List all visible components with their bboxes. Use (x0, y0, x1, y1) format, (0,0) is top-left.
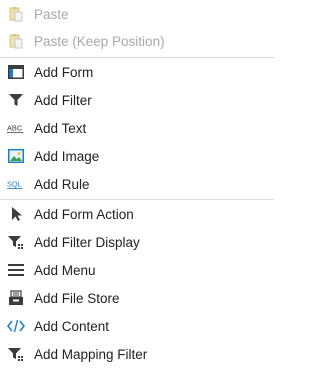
menu-item-label: Add Filter (34, 92, 92, 108)
menu-item-label: Add Menu (34, 262, 96, 278)
menu-item-label: Add Form Action (34, 206, 134, 222)
menu-item-label: Add Image (34, 148, 100, 164)
svg-text:ABC: ABC (7, 123, 23, 132)
file-store-icon (7, 289, 25, 307)
image-icon (7, 147, 25, 165)
mapping-filter-icon (7, 345, 25, 363)
menu-item-label: Add Text (34, 120, 87, 136)
menu-item-label: Add Filter Display (34, 234, 140, 250)
menu-item-add-file-store[interactable]: Add File Store (0, 284, 274, 312)
menu-item-label: Add Content (34, 318, 110, 334)
menu-item-label: Paste (Keep Position) (34, 33, 165, 49)
menu-item-label: Add File Store (34, 290, 120, 306)
menu-item-add-filter[interactable]: Add Filter (0, 86, 274, 114)
paste-icon (7, 32, 25, 50)
menu-item-add-text[interactable]: ABC Add Text (0, 114, 274, 142)
sql-rule-icon: SQL (7, 175, 25, 193)
filter-display-icon (7, 233, 25, 251)
form-icon (7, 63, 25, 81)
menu-item-label: Add Rule (34, 176, 90, 192)
menu-item-add-image[interactable]: Add Image (0, 142, 274, 170)
menu-item-add-mapping-filter[interactable]: Add Mapping Filter (0, 340, 274, 368)
menu-item-add-filter-display[interactable]: Add Filter Display (0, 228, 274, 256)
menu-item-add-form[interactable]: Add Form (0, 58, 274, 86)
menu-item-add-rule[interactable]: SQL Add Rule (0, 170, 274, 198)
menu-item-paste: Paste (0, 0, 274, 28)
paste-icon (7, 5, 25, 23)
hamburger-menu-icon (7, 261, 25, 279)
menu-item-add-content[interactable]: Add Content (0, 312, 274, 340)
svg-text:SQL: SQL (7, 179, 22, 188)
menu-item-label: Paste (34, 6, 69, 22)
menu-item-add-form-action[interactable]: Add Form Action (0, 200, 274, 228)
context-menu: Paste Paste (Keep Position) Add Form Add… (0, 0, 274, 368)
filter-icon (7, 91, 25, 109)
menu-item-paste-keep-position: Paste (Keep Position) (0, 27, 274, 55)
menu-item-add-menu[interactable]: Add Menu (0, 256, 274, 284)
text-abc-icon: ABC (7, 119, 25, 137)
menu-item-label: Add Mapping Filter (34, 346, 148, 362)
cursor-arrow-icon (7, 205, 25, 223)
menu-item-label: Add Form (34, 64, 94, 80)
code-content-icon (7, 317, 25, 335)
